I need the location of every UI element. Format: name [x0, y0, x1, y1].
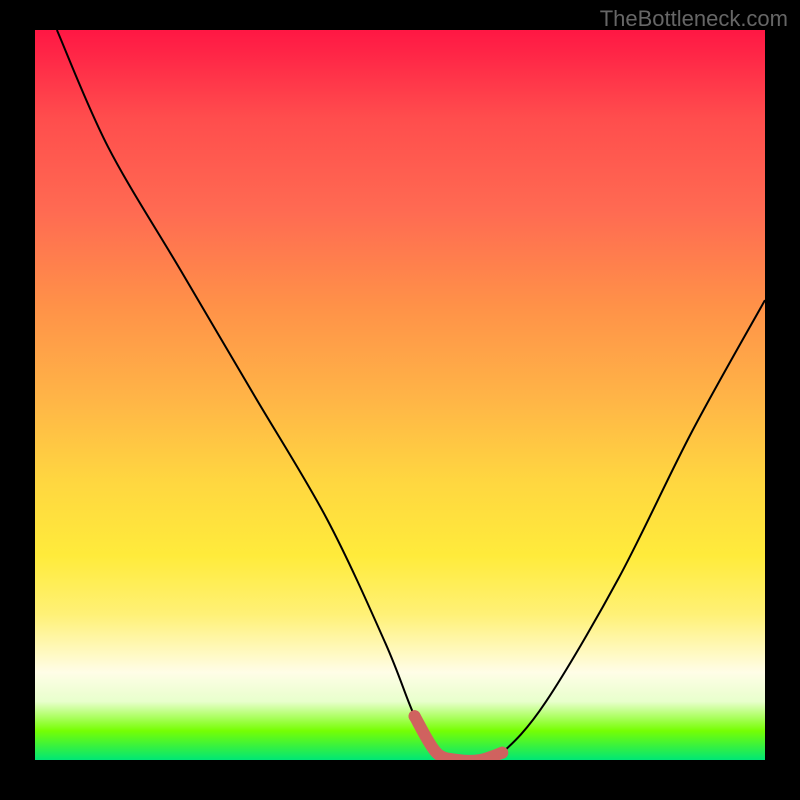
optimal-zone-marker: [415, 716, 503, 760]
chart-svg: [35, 30, 765, 760]
optimal-zone-endpoint: [496, 747, 508, 759]
chart-plot-area: [35, 30, 765, 760]
bottleneck-curve: [57, 30, 765, 760]
watermark: TheBottleneck.com: [600, 6, 788, 32]
optimal-zone-endpoint: [409, 710, 421, 722]
